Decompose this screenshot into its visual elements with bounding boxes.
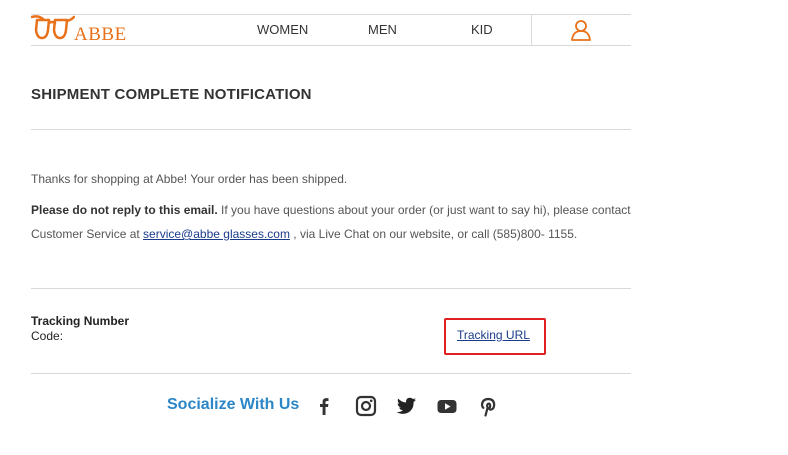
tracking-divider — [31, 373, 631, 374]
social-title: Socialize With Us — [167, 396, 300, 413]
title-divider — [31, 129, 631, 130]
pinterest-icon[interactable] — [477, 395, 499, 417]
abbe-logo[interactable]: ABBE — [31, 14, 141, 46]
tracking-code-label: Code: — [31, 329, 64, 343]
nav-women[interactable]: WOMEN — [257, 22, 308, 38]
facebook-icon[interactable] — [313, 395, 335, 417]
thanks-text: Thanks for shopping at Abbe! Your order … — [31, 172, 348, 186]
cs-suffix: , via Live Chat on our website, or call … — [289, 227, 578, 241]
page-title: SHIPMENT COMPLETE NOTIFICATION — [31, 86, 312, 103]
customer-service-paragraph: Customer Service at service@abbe glasses… — [31, 227, 577, 241]
header-bottom-divider — [31, 45, 631, 46]
logo-text: ABBE — [74, 24, 127, 45]
nav-kid[interactable]: KID — [471, 22, 493, 38]
instagram-icon[interactable] — [355, 395, 377, 417]
cs-prefix: Customer Service at — [31, 227, 144, 241]
youtube-icon[interactable] — [436, 395, 458, 417]
nav-men[interactable]: MEN — [368, 22, 397, 38]
service-email-link[interactable]: service@abbe glasses.com — [143, 227, 290, 241]
user-account-icon[interactable] — [570, 19, 592, 41]
twitter-icon[interactable] — [395, 395, 417, 417]
tracking-number-label: Tracking Number — [31, 314, 130, 328]
no-reply-paragraph: Please do not reply to this email. If yo… — [31, 203, 631, 217]
tracking-url-link[interactable]: Tracking URL — [457, 328, 530, 342]
header-separator — [531, 15, 532, 45]
body-divider — [31, 288, 631, 289]
no-reply-rest: If you have questions about your order (… — [217, 203, 631, 217]
no-reply-bold: Please do not reply to this email. — [31, 203, 218, 217]
glasses-logo-icon — [31, 15, 75, 40]
